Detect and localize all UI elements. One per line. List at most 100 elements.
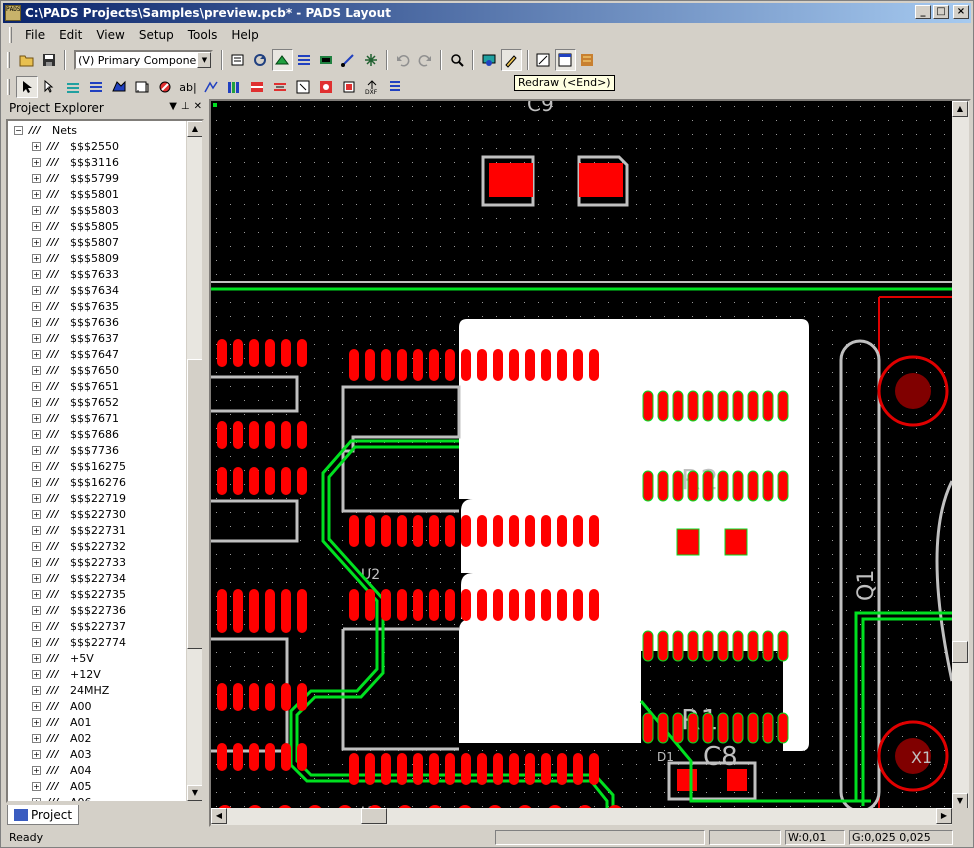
move-icon[interactable] bbox=[292, 76, 314, 98]
copper-icon[interactable] bbox=[85, 76, 107, 98]
canvas-scroll-left-icon[interactable]: ◀ bbox=[211, 808, 227, 824]
resistor-network-pad[interactable] bbox=[672, 712, 684, 744]
u2-pad[interactable] bbox=[461, 349, 471, 381]
redo-icon[interactable] bbox=[414, 49, 435, 71]
layer-select[interactable]: (V) Primary Componen ▼ bbox=[74, 50, 214, 70]
u2-pad[interactable] bbox=[589, 349, 599, 381]
resistor-network-pad[interactable] bbox=[687, 630, 699, 662]
u2-pad[interactable] bbox=[381, 515, 391, 547]
resistor-network-pad[interactable] bbox=[702, 470, 714, 502]
tree-root-nets[interactable]: − /// Nets bbox=[8, 123, 186, 139]
tree-net-item[interactable]: + /// $$$22731 bbox=[8, 523, 186, 539]
select-arrow-icon[interactable] bbox=[16, 76, 38, 98]
resistor-network-pad[interactable] bbox=[777, 712, 789, 744]
undo-icon[interactable] bbox=[392, 49, 413, 71]
u2-pad[interactable] bbox=[461, 753, 471, 785]
expand-icon[interactable]: + bbox=[32, 142, 41, 151]
select-mode-icon[interactable] bbox=[39, 76, 61, 98]
tree-net-item[interactable]: + /// $$$22734 bbox=[8, 571, 186, 587]
expand-icon[interactable]: + bbox=[32, 606, 41, 615]
left-pad[interactable] bbox=[281, 683, 291, 711]
tree-net-item[interactable]: + /// $$$22735 bbox=[8, 587, 186, 603]
expand-icon[interactable]: + bbox=[32, 462, 41, 471]
pad-small-2[interactable] bbox=[724, 528, 748, 556]
tree-net-item[interactable]: + /// $$$5799 bbox=[8, 171, 186, 187]
zoom-icon[interactable] bbox=[446, 49, 467, 71]
u2-pad[interactable] bbox=[365, 589, 375, 621]
panel-close-icon[interactable]: ✕ bbox=[194, 101, 202, 112]
refresh-icon[interactable] bbox=[249, 49, 270, 71]
tree-net-item[interactable]: + /// $$$7633 bbox=[8, 267, 186, 283]
tree-net-item[interactable]: + /// A02 bbox=[8, 731, 186, 747]
tree-net-item[interactable]: + /// $$$5803 bbox=[8, 203, 186, 219]
left-pad[interactable] bbox=[249, 467, 259, 495]
left-pad[interactable] bbox=[233, 605, 243, 633]
tree-net-item[interactable]: + /// A01 bbox=[8, 715, 186, 731]
u2-pad[interactable] bbox=[397, 753, 407, 785]
left-pad[interactable] bbox=[265, 605, 275, 633]
u2-pad[interactable] bbox=[557, 753, 567, 785]
u2-pad[interactable] bbox=[445, 753, 455, 785]
menu-view[interactable]: View bbox=[89, 27, 131, 43]
expand-icon[interactable]: + bbox=[32, 654, 41, 663]
left-pad[interactable] bbox=[265, 339, 275, 367]
board-outline-icon[interactable] bbox=[246, 76, 268, 98]
resistor-network-pad[interactable] bbox=[672, 470, 684, 502]
u2-pad[interactable] bbox=[573, 589, 583, 621]
u2-pad[interactable] bbox=[493, 349, 503, 381]
left-pad[interactable] bbox=[233, 743, 243, 771]
scroll-up-icon[interactable]: ▲ bbox=[187, 121, 202, 137]
u2-pad[interactable] bbox=[477, 753, 487, 785]
library-icon[interactable] bbox=[223, 76, 245, 98]
open-icon[interactable] bbox=[16, 49, 37, 71]
scroll-down-icon[interactable]: ▼ bbox=[187, 785, 202, 801]
u2-pad[interactable] bbox=[365, 349, 375, 381]
resistor-network-pad[interactable] bbox=[732, 630, 744, 662]
left-pad[interactable] bbox=[233, 683, 243, 711]
expand-icon[interactable]: + bbox=[32, 798, 41, 801]
resistor-network-pad[interactable] bbox=[762, 712, 774, 744]
expand-icon[interactable]: + bbox=[32, 622, 41, 631]
u2-pad[interactable] bbox=[413, 515, 423, 547]
resistor-network-pad[interactable] bbox=[747, 630, 759, 662]
c9-pad-2[interactable] bbox=[579, 163, 623, 197]
tree-net-item[interactable]: + /// A04 bbox=[8, 763, 186, 779]
left-pad[interactable] bbox=[297, 605, 307, 633]
u2-pad[interactable] bbox=[349, 515, 359, 547]
tree-net-item[interactable]: + /// $$$22719 bbox=[8, 491, 186, 507]
u2-pad[interactable] bbox=[557, 589, 567, 621]
u2-pad[interactable] bbox=[349, 589, 359, 621]
left-pad[interactable] bbox=[249, 421, 259, 449]
resistor-network-pad[interactable] bbox=[732, 712, 744, 744]
u2-pad[interactable] bbox=[445, 515, 455, 547]
u2-pad[interactable] bbox=[525, 753, 535, 785]
resistor-network-pad[interactable] bbox=[657, 712, 669, 744]
expand-icon[interactable]: + bbox=[32, 734, 41, 743]
resistor-network-pad[interactable] bbox=[702, 630, 714, 662]
resistor-network-pad[interactable] bbox=[642, 390, 654, 422]
c8-pad-2[interactable] bbox=[727, 769, 747, 791]
verify-icon[interactable] bbox=[315, 76, 337, 98]
expand-icon[interactable]: + bbox=[32, 526, 41, 535]
text-icon[interactable]: ab| bbox=[177, 76, 199, 98]
tree-net-item[interactable]: + /// +5V bbox=[8, 651, 186, 667]
project-explorer-icon[interactable] bbox=[554, 49, 576, 71]
tree-net-item[interactable]: + /// $$$5807 bbox=[8, 235, 186, 251]
tree-net-item[interactable]: + /// $$$16276 bbox=[8, 475, 186, 491]
tab-project[interactable]: Project bbox=[7, 805, 79, 825]
view-nets-icon[interactable] bbox=[533, 49, 554, 71]
u2-pad[interactable] bbox=[397, 589, 407, 621]
u2-pad[interactable] bbox=[477, 589, 487, 621]
resistor-network-pad[interactable] bbox=[762, 470, 774, 502]
resistor-network-pad[interactable] bbox=[747, 712, 759, 744]
2d-line-icon[interactable] bbox=[200, 76, 222, 98]
resistor-network-pad[interactable] bbox=[657, 630, 669, 662]
expand-icon[interactable]: + bbox=[32, 446, 41, 455]
tree-net-item[interactable]: + /// 24MHZ bbox=[8, 683, 186, 699]
left-pad[interactable] bbox=[217, 605, 227, 633]
router-icon[interactable] bbox=[577, 49, 598, 71]
tree-net-item[interactable]: + /// A00 bbox=[8, 699, 186, 715]
tree-net-item[interactable]: + /// $$$7736 bbox=[8, 443, 186, 459]
expand-icon[interactable]: + bbox=[32, 318, 41, 327]
collapse-icon[interactable]: − bbox=[14, 126, 23, 135]
